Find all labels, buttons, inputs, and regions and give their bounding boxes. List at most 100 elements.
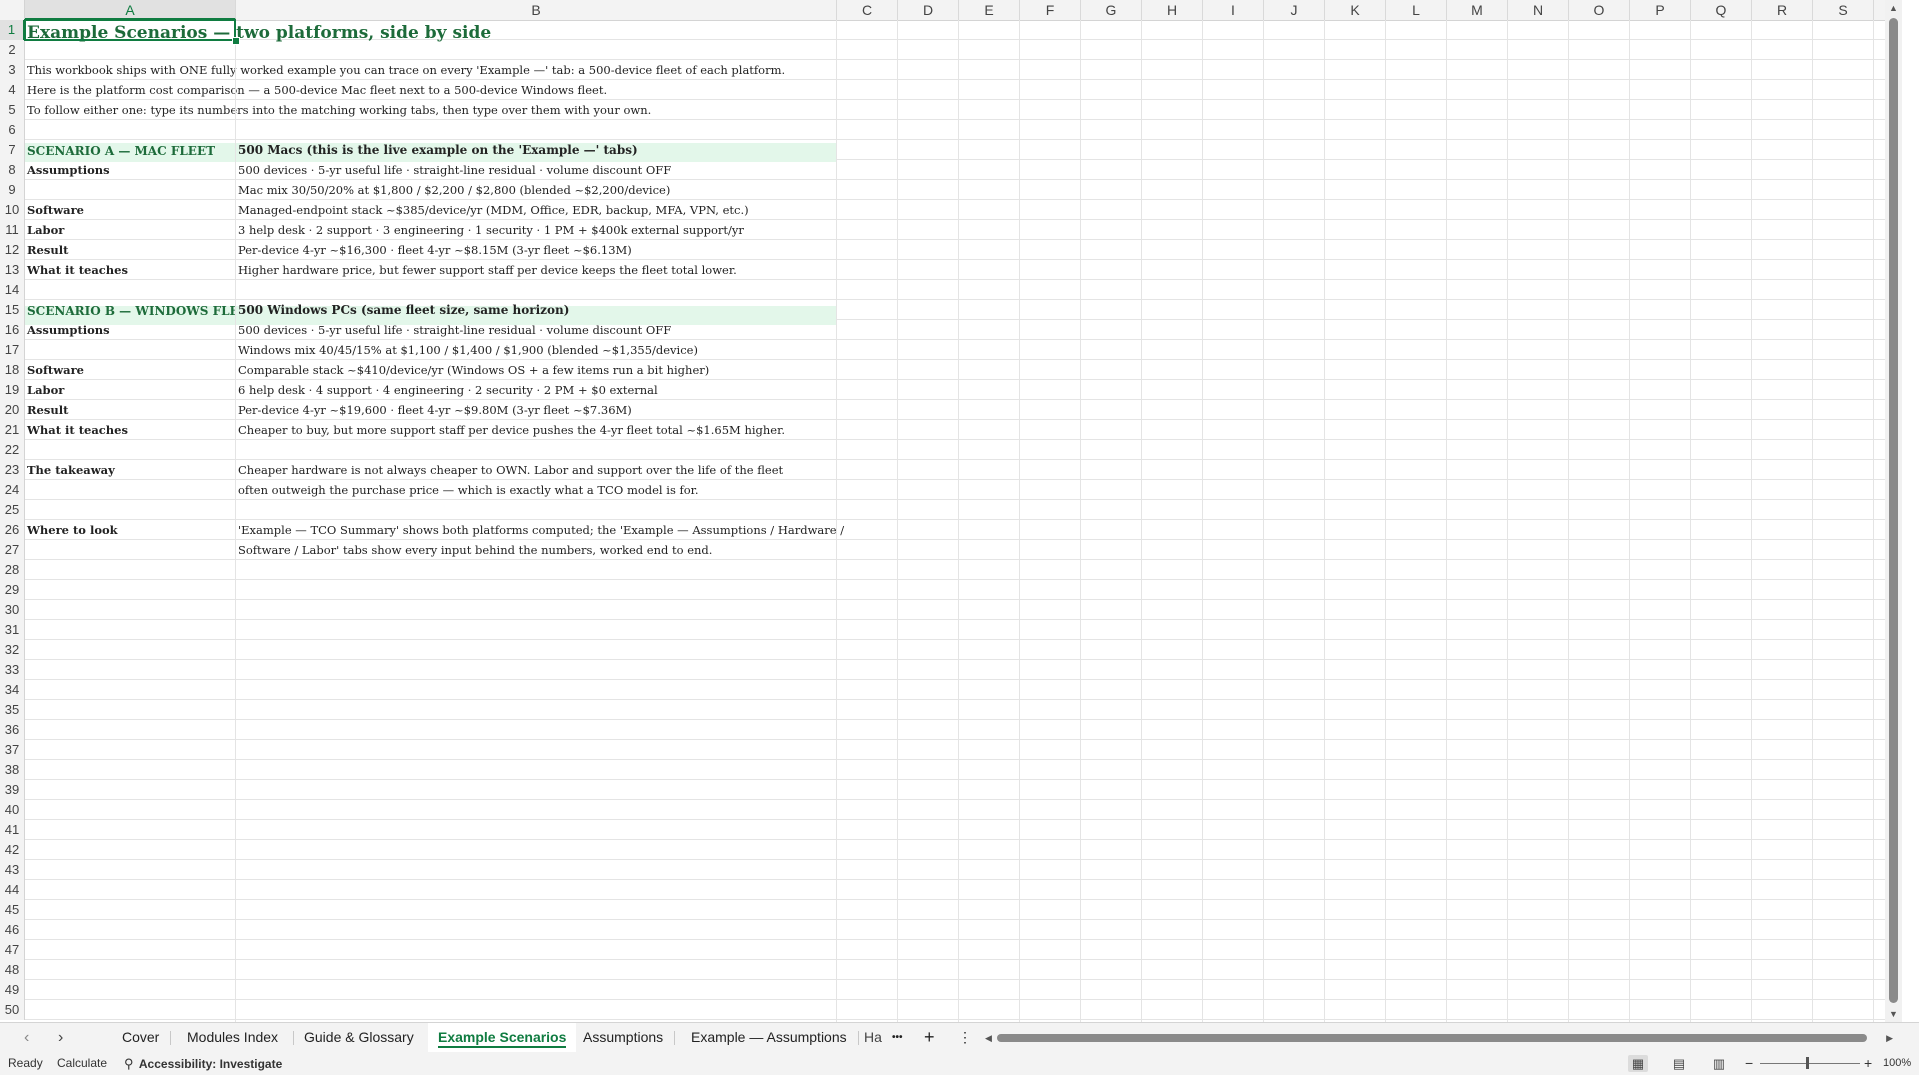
row-header-11[interactable]: 11 [0, 220, 25, 240]
fill-handle[interactable] [232, 37, 240, 45]
column-header-q[interactable]: Q [1691, 0, 1752, 20]
cell-a20[interactable]: Result [25, 400, 68, 420]
column-header-c[interactable]: C [837, 0, 898, 20]
row-header-4[interactable]: 4 [0, 80, 25, 100]
more-tabs-icon[interactable]: ••• [888, 1023, 907, 1052]
cell-b17[interactable]: Windows mix 40/45/15% at $1,100 / $1,400… [236, 340, 698, 360]
column-header-s[interactable]: S [1813, 0, 1874, 20]
row-header-10[interactable]: 10 [0, 200, 25, 220]
calculate-button[interactable]: Calculate [57, 1052, 107, 1075]
scroll-left-arrow-icon[interactable]: ◀ [985, 1030, 992, 1046]
zoom-slider-track[interactable] [1760, 1063, 1860, 1064]
zoom-level[interactable]: 100% [1883, 1052, 1911, 1075]
cell-a10[interactable]: Software [25, 200, 84, 220]
row-header-27[interactable]: 27 [0, 540, 25, 560]
cell-a12[interactable]: Result [25, 240, 68, 260]
cell-b16[interactable]: 500 devices · 5-yr useful life · straigh… [236, 320, 671, 340]
row-header-22[interactable]: 22 [0, 440, 25, 460]
row-header-36[interactable]: 36 [0, 720, 25, 740]
cell-b11[interactable]: 3 help desk · 2 support · 3 engineering … [236, 220, 744, 240]
row-header-44[interactable]: 44 [0, 880, 25, 900]
row-header-17[interactable]: 17 [0, 340, 25, 360]
row-header-37[interactable]: 37 [0, 740, 25, 760]
row-header-35[interactable]: 35 [0, 700, 25, 720]
column-header-l[interactable]: L [1386, 0, 1447, 20]
cell-a7-scenario-a[interactable]: SCENARIO A — MAC FLEET [25, 141, 235, 161]
row-header-31[interactable]: 31 [0, 620, 25, 640]
row-header-34[interactable]: 34 [0, 680, 25, 700]
row-header-26[interactable]: 26 [0, 520, 25, 540]
zoom-slider-thumb[interactable] [1806, 1057, 1809, 1069]
column-header-d[interactable]: D [898, 0, 959, 20]
sheet-menu-icon[interactable]: ⋮ [954, 1023, 976, 1052]
add-sheet-icon[interactable]: + [920, 1023, 939, 1052]
zoom-out-button[interactable]: − [1745, 1052, 1753, 1075]
column-header-o[interactable]: O [1569, 0, 1630, 20]
row-header-43[interactable]: 43 [0, 860, 25, 880]
cell-b13[interactable]: Higher hardware price, but fewer support… [236, 260, 737, 280]
row-header-23[interactable]: 23 [0, 460, 25, 480]
row-header-39[interactable]: 39 [0, 780, 25, 800]
row-header-42[interactable]: 42 [0, 840, 25, 860]
cell-b23[interactable]: Cheaper hardware is not always cheaper t… [236, 460, 783, 480]
column-header-h[interactable]: H [1142, 0, 1203, 20]
scroll-right-arrow-icon[interactable]: ▶ [1886, 1030, 1893, 1046]
row-header-33[interactable]: 33 [0, 660, 25, 680]
row-header-18[interactable]: 18 [0, 360, 25, 380]
row-header-13[interactable]: 13 [0, 260, 25, 280]
row-header-28[interactable]: 28 [0, 560, 25, 580]
column-header-a[interactable]: A [25, 0, 236, 20]
tab-example-assumptions[interactable]: Example — Assumptions [681, 1023, 857, 1052]
cell-b10[interactable]: Managed-endpoint stack ~$385/device/yr (… [236, 200, 749, 220]
cell-a4[interactable]: Here is the platform cost comparison — a… [25, 80, 607, 100]
horizontal-scroll-thumb[interactable] [997, 1034, 1867, 1042]
row-header-6[interactable]: 6 [0, 120, 25, 140]
cell-b27[interactable]: Software / Labor' tabs show every input … [236, 540, 712, 560]
row-header-1[interactable]: 1 [0, 20, 25, 40]
cell-a19[interactable]: Labor [25, 380, 64, 400]
page-layout-icon[interactable]: ▤ [1669, 1055, 1689, 1072]
cell-b15[interactable]: 500 Windows PCs (same fleet size, same h… [236, 300, 569, 320]
row-header-21[interactable]: 21 [0, 420, 25, 440]
cell-a5[interactable]: To follow either one: type its numbers i… [25, 100, 651, 120]
cell-a15-scenario-b[interactable]: SCENARIO B — WINDOWS FLEET [25, 301, 235, 321]
row-header-45[interactable]: 45 [0, 900, 25, 920]
cell-a3[interactable]: This workbook ships with ONE fully worke… [25, 60, 785, 80]
row-header-30[interactable]: 30 [0, 600, 25, 620]
accessibility-button[interactable]: ⚲ Accessibility: Investigate [124, 1052, 282, 1075]
row-header-20[interactable]: 20 [0, 400, 25, 420]
cell-b26[interactable]: 'Example — TCO Summary' shows both platf… [236, 520, 844, 540]
column-header-m[interactable]: M [1447, 0, 1508, 20]
cell-area[interactable]: Example Scenarios — two platforms, side … [25, 20, 1902, 1022]
tab-example-scenarios[interactable]: Example Scenarios [428, 1023, 577, 1052]
scroll-right-icon[interactable]: › [58, 1023, 63, 1052]
cell-b20[interactable]: Per-device 4-yr ~$19,600 · fleet 4-yr ~$… [236, 400, 632, 420]
row-header-24[interactable]: 24 [0, 480, 25, 500]
cell-a11[interactable]: Labor [25, 220, 64, 240]
cell-b24[interactable]: often outweigh the purchase price — whic… [236, 480, 699, 500]
tab-hardware-truncated[interactable]: Ha [860, 1023, 886, 1052]
row-header-47[interactable]: 47 [0, 940, 25, 960]
cell-a16[interactable]: Assumptions [25, 320, 110, 340]
column-header-r[interactable]: R [1752, 0, 1813, 20]
page-break-icon[interactable]: ▥ [1709, 1055, 1729, 1072]
cell-b21[interactable]: Cheaper to buy, but more support staff p… [236, 420, 785, 440]
column-header-g[interactable]: G [1081, 0, 1142, 20]
column-header-f[interactable]: F [1020, 0, 1081, 20]
column-header-n[interactable]: N [1508, 0, 1569, 20]
row-header-16[interactable]: 16 [0, 320, 25, 340]
row-header-50[interactable]: 50 [0, 1000, 25, 1020]
cell-a26[interactable]: Where to look [25, 520, 118, 540]
cell-a1-title[interactable]: Example Scenarios — two platforms, side … [25, 20, 625, 43]
cell-a23[interactable]: The takeaway [25, 460, 115, 480]
scroll-left-icon[interactable]: ‹ [24, 1023, 29, 1052]
cell-a13[interactable]: What it teaches [25, 260, 128, 280]
cell-b18[interactable]: Comparable stack ~$410/device/yr (Window… [236, 360, 709, 380]
normal-view-icon[interactable]: ▦ [1628, 1055, 1648, 1072]
row-header-46[interactable]: 46 [0, 920, 25, 940]
cell-a21[interactable]: What it teaches [25, 420, 128, 440]
row-header-8[interactable]: 8 [0, 160, 25, 180]
row-header-15[interactable]: 15 [0, 300, 25, 320]
horizontal-scrollbar[interactable]: ◀ ▶ [985, 1030, 1893, 1046]
column-header-j[interactable]: J [1264, 0, 1325, 20]
